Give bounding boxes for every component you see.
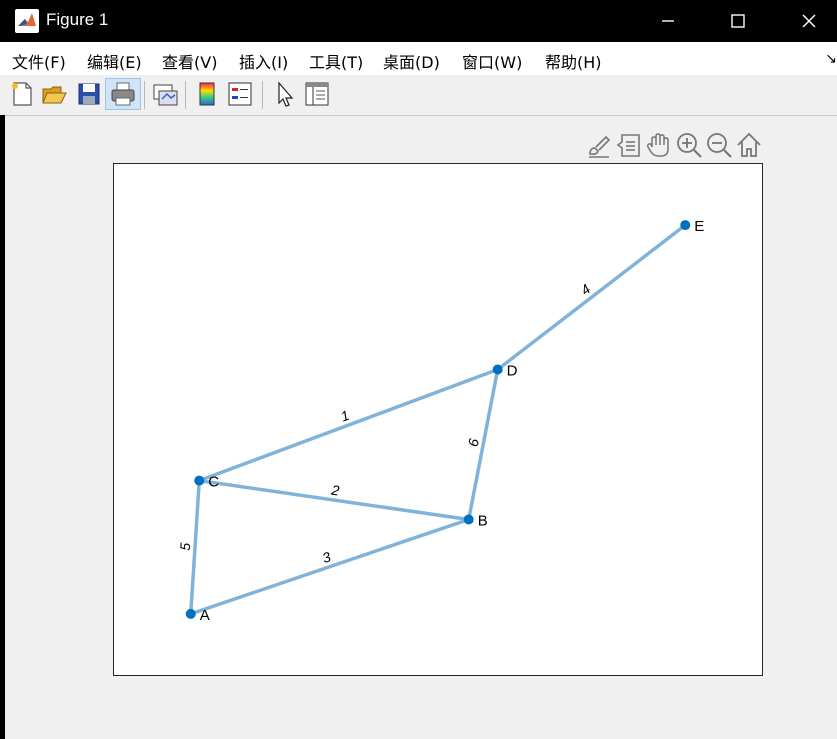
graph-node-C [194, 475, 205, 486]
graph-node-E [680, 220, 691, 231]
title-bar: Figure 1 [0, 0, 837, 42]
graph-node-B [463, 514, 474, 525]
node-label: A [200, 607, 210, 624]
close-button[interactable] [779, 0, 837, 42]
dock-arrow-icon[interactable]: ↘ [825, 50, 837, 67]
graph-edge-D-E [495, 223, 688, 372]
print-icon [111, 82, 135, 106]
node-label: D [507, 363, 518, 380]
open-file-icon[interactable] [39, 79, 69, 109]
menu-file[interactable]: 文件(F) [12, 49, 66, 73]
menu-bar: 文件(F) 编辑(E) 查看(V) 插入(I) 工具(T) 桌面(D) 窗口(W… [0, 42, 837, 76]
graph-node-A [185, 608, 196, 619]
edge-weight-label: 5 [177, 542, 193, 551]
maximize-icon [731, 14, 745, 28]
graph-edge-C-D [197, 367, 500, 483]
toolbar-separator [262, 81, 263, 109]
graph-edge-A-B [188, 517, 471, 616]
edge-weight-label: 1 [339, 407, 352, 425]
menu-edit[interactable]: 编辑(E) [87, 49, 142, 73]
matlab-icon [15, 9, 39, 33]
data-tips-icon[interactable] [614, 130, 644, 160]
link-plot-icon[interactable] [150, 79, 180, 109]
brush-icon[interactable] [584, 130, 614, 160]
figure-toolbar [0, 75, 837, 116]
property-inspector-icon[interactable] [302, 79, 332, 109]
menu-desktop[interactable]: 桌面(D) [383, 49, 440, 73]
window-edge [0, 115, 5, 739]
zoom-out-icon[interactable] [704, 130, 734, 160]
menu-view[interactable]: 查看(V) [162, 49, 217, 73]
home-icon[interactable] [734, 130, 764, 160]
menu-insert[interactable]: 插入(I) [239, 49, 288, 73]
minimize-icon [662, 20, 674, 22]
edge-weight-label: 3 [320, 548, 333, 566]
plot-axes[interactable]: 123456 ABCDE [113, 163, 763, 676]
node-label: B [478, 512, 488, 529]
colorbar-icon[interactable] [192, 79, 222, 109]
maximize-button[interactable] [708, 0, 768, 42]
minimize-button[interactable] [638, 0, 698, 42]
edge-weight-label: 6 [465, 437, 482, 448]
pan-icon[interactable] [644, 130, 674, 160]
menu-tools[interactable]: 工具(T) [309, 49, 363, 73]
close-icon [802, 14, 816, 28]
edit-plot-icon[interactable] [270, 79, 300, 109]
legend-icon[interactable] [225, 79, 255, 109]
graph-plot: 123456 ABCDE [177, 218, 704, 624]
print-button[interactable] [105, 78, 141, 110]
node-label: E [694, 218, 704, 235]
zoom-in-icon[interactable] [674, 130, 704, 160]
menu-window[interactable]: 窗口(W) [462, 49, 522, 73]
node-label: C [208, 474, 219, 491]
window-title: Figure 1 [46, 10, 109, 29]
edge-weight-label: 2 [329, 482, 340, 499]
menu-help[interactable]: 帮助(H) [545, 49, 602, 73]
toolbar-separator [185, 81, 186, 109]
graph-node-D [492, 364, 503, 375]
save-icon[interactable] [74, 79, 104, 109]
toolbar-separator [144, 81, 145, 109]
new-figure-icon[interactable] [7, 79, 37, 109]
